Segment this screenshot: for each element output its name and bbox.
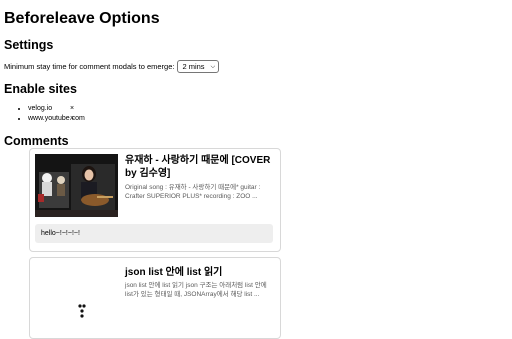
video-thumbnail: [35, 154, 118, 217]
page-title: Beforeleave Options: [4, 10, 160, 27]
video-description: Original song : 유재하 - 사랑하기 때문에* guitar :…: [125, 184, 261, 200]
comment-text: hello~!~!~!~!: [35, 224, 273, 243]
stay-time-value: 2 mins: [182, 62, 205, 71]
site-list: velog.io × www.youtube.com ×: [4, 104, 512, 124]
list-item: velog.io ×: [28, 104, 512, 114]
comments-heading: Comments: [4, 134, 69, 148]
list-item: www.youtube.com ×: [28, 114, 512, 124]
post-description: json list 안에 list 읽기 json 구조는 아래처럼 list …: [125, 282, 267, 298]
video-title: 유재하 - 사랑하기 때문에 [COVER by 김수영]: [125, 155, 271, 179]
site-name: www.youtube.com: [28, 115, 85, 122]
chevron-down-icon: ⌵: [210, 63, 216, 70]
loading-dots-icon: [78, 304, 86, 318]
stay-time-row: Minimum stay time for comment modals to …: [4, 60, 512, 73]
post-thumbnail: [35, 263, 118, 333]
comment-card[interactable]: json list 안에 list 읽기 json list 안에 list 읽…: [29, 257, 281, 339]
settings-heading: Settings: [4, 38, 54, 52]
thumbnail-image: [35, 154, 118, 217]
remove-site-button[interactable]: ×: [68, 105, 74, 112]
stay-time-select[interactable]: 2 mins ⌵: [177, 60, 220, 73]
remove-site-button[interactable]: ×: [68, 115, 74, 122]
post-title: json list 안에 list 읽기: [125, 267, 223, 278]
comment-card[interactable]: 유재하 - 사랑하기 때문에 [COVER by 김수영] Original s…: [29, 148, 281, 252]
stay-time-label: Minimum stay time for comment modals to …: [4, 62, 175, 71]
site-name: velog.io: [28, 105, 53, 112]
enable-sites-heading: Enable sites: [4, 82, 77, 96]
options-page: Beforeleave Options Settings Minimum sta…: [0, 0, 512, 148]
